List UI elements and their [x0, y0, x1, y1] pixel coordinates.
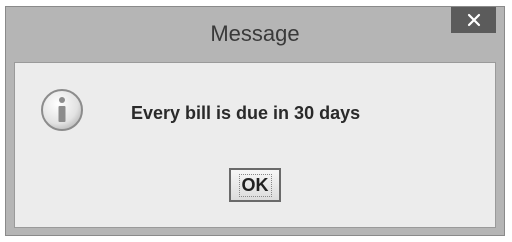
dialog-title: Message: [210, 21, 300, 46]
close-button[interactable]: [451, 7, 496, 33]
close-icon: [467, 13, 480, 27]
information-icon: [41, 89, 83, 131]
dialog-content: Every bill is due in 30 days OK: [14, 62, 496, 228]
dialog-titlebar[interactable]: Message: [6, 7, 504, 61]
dialog-message: Every bill is due in 30 days: [131, 103, 361, 123]
ok-button-label: OK: [238, 173, 272, 197]
message-dialog: Message Every bill is due in 30 days OK: [5, 6, 505, 236]
ok-button[interactable]: OK: [229, 168, 281, 202]
